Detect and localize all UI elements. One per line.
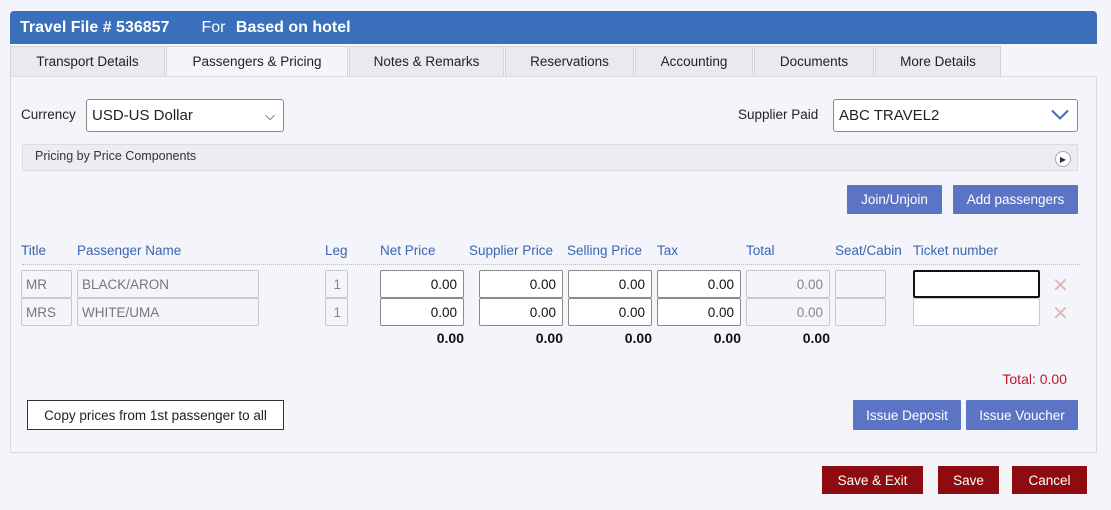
tab-notes-remarks[interactable]: Notes & Remarks [349,46,504,76]
ticket-number-input[interactable] [913,270,1040,298]
tab-more-details[interactable]: More Details [875,46,1001,76]
join-unjoin-button[interactable]: Join/Unjoin [847,185,942,214]
tab-accounting[interactable]: Accounting [635,46,753,76]
net-price-input[interactable]: 0.00 [380,270,464,298]
selling-price-total: 0.00 [624,330,652,346]
currency-label: Currency [21,107,76,122]
supplier-paid-value: ABC TRAVEL2 [839,107,940,124]
total-field: 0.00 [746,298,830,326]
total-total: 0.00 [802,330,830,346]
chevron-down-icon: ⌵ [265,107,275,123]
window-header: Travel File # 536857 For Based on hotel [10,11,1097,44]
leg-field: 1 [325,298,348,326]
currency-select[interactable]: USD-US Dollar ⌵ [86,99,284,132]
add-passengers-button[interactable]: Add passengers [953,185,1078,214]
selling-price-input[interactable]: 0.00 [568,298,652,326]
col-supplier-price: Supplier Price [469,243,554,258]
tax-input[interactable]: 0.00 [657,270,741,298]
col-tax: Tax [657,243,679,258]
travel-file-title: Travel File # 536857 [20,18,170,36]
col-net-price: Net Price [380,243,436,258]
issue-voucher-button[interactable]: Issue Voucher [966,400,1078,430]
for-value: Based on hotel [235,18,351,36]
expand-arrow-icon[interactable]: ▶ [1055,151,1071,167]
delete-passenger-icon[interactable]: ✕ [1052,301,1069,326]
save-exit-button[interactable]: Save & Exit [822,466,923,494]
seat-cabin-input[interactable] [835,270,886,298]
seat-cabin-input[interactable] [835,298,886,326]
tab-documents[interactable]: Documents [754,46,874,76]
delete-passenger-icon[interactable]: ✕ [1052,273,1069,298]
title-field[interactable]: MR [21,270,72,298]
passenger-name-field[interactable]: WHITE/UMA [77,298,259,326]
col-ticket-number: Ticket number [913,243,999,258]
pricing-components-label: Pricing by Price Components [35,149,197,163]
col-passenger-name: Passenger Name [77,243,182,258]
tab-reservations[interactable]: Reservations [505,46,634,76]
copy-prices-button[interactable]: Copy prices from 1st passenger to all [27,400,284,430]
leg-field: 1 [325,270,348,298]
col-selling-price: Selling Price [567,243,643,258]
save-button[interactable]: Save [938,466,999,494]
tab-bar: Transport Details Passengers & Pricing N… [10,46,1002,76]
issue-deposit-button[interactable]: Issue Deposit [853,400,961,430]
for-text: For [201,18,226,36]
chevron-down-icon [1051,108,1069,123]
net-price-total: 0.00 [436,330,464,346]
tax-input[interactable]: 0.00 [657,298,741,326]
cancel-button[interactable]: Cancel [1012,466,1087,494]
net-price-input[interactable]: 0.00 [380,298,464,326]
supplier-price-input[interactable]: 0.00 [479,298,563,326]
selling-price-input[interactable]: 0.00 [568,270,652,298]
tax-total: 0.00 [713,330,741,346]
currency-value: USD-US Dollar [92,107,193,124]
total-field: 0.00 [746,270,830,298]
header-divider [22,264,1080,265]
title-field[interactable]: MRS [21,298,72,326]
grand-total: Total: 0.00 [1002,371,1067,387]
tab-transport-details[interactable]: Transport Details [10,46,165,76]
pricing-components-bar[interactable]: Pricing by Price Components ▶ [22,144,1078,171]
supplier-price-total: 0.00 [535,330,563,346]
col-seat-cabin: Seat/Cabin [835,243,902,258]
supplier-price-input[interactable]: 0.00 [479,270,563,298]
supplier-paid-select[interactable]: ABC TRAVEL2 [833,99,1078,132]
passengers-pricing-panel: Currency USD-US Dollar ⌵ Supplier Paid A… [10,76,1097,453]
ticket-number-input[interactable] [913,298,1040,326]
tab-passengers-pricing[interactable]: Passengers & Pricing [166,46,348,76]
col-leg: Leg [325,243,348,258]
for-label: For Based on hotel [201,19,350,37]
col-total: Total [746,243,775,258]
supplier-paid-label: Supplier Paid [738,107,819,122]
passenger-name-field[interactable]: BLACK/ARON [77,270,259,298]
col-title: Title [21,243,47,258]
